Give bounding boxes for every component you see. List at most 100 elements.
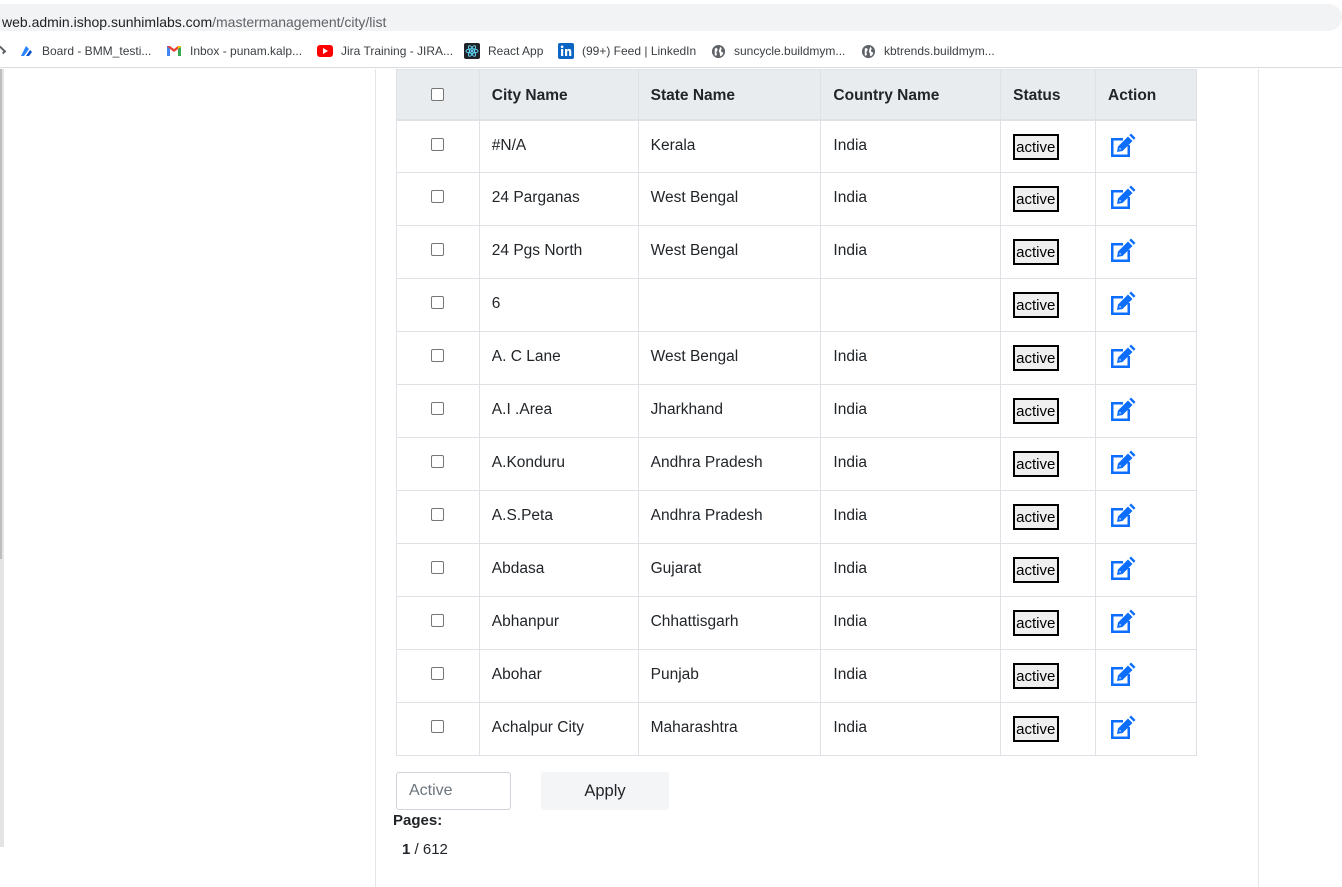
row-checkbox[interactable]	[431, 561, 445, 574]
table-body: #N/A Kerala India active 24 Parganas West Ben…	[396, 119, 1197, 756]
country-name-header[interactable]: Country Name	[820, 69, 1002, 121]
city-name-cell: Achalpur City	[478, 702, 639, 756]
row-checkbox[interactable]	[431, 349, 445, 362]
bookmark-label: (99+) Feed | LinkedIn	[582, 44, 697, 58]
state-name-cell: Gujarat	[637, 543, 822, 597]
city-name-cell: A.I .Area	[478, 384, 639, 438]
row-checkbox[interactable]	[431, 402, 445, 415]
url-field[interactable]: web.admin.ishop.sunhimlabs.com/masterman…	[0, 4, 1342, 31]
edit-icon[interactable]	[1108, 503, 1136, 529]
row-select-cell	[396, 702, 480, 756]
bookmark-label: suncycle.buildmym...	[734, 44, 846, 58]
country-name-cell: India	[820, 649, 1002, 703]
status-badge[interactable]: active	[1013, 292, 1060, 318]
bookmark-board[interactable]: Board - BMM_testi...	[18, 42, 151, 60]
row-select-cell	[396, 278, 480, 332]
city-name-header[interactable]: City Name	[478, 69, 639, 121]
edit-icon[interactable]	[1108, 609, 1136, 635]
status-badge[interactable]: active	[1013, 186, 1060, 212]
status-badge[interactable]: active	[1013, 610, 1060, 636]
youtube-icon	[317, 43, 333, 59]
bookmarks-overflow-icon[interactable]	[0, 45, 7, 55]
row-checkbox[interactable]	[431, 455, 445, 468]
page-scrollbar[interactable]	[0, 69, 2, 559]
country-name-cell: India	[820, 331, 1002, 385]
select-all-checkbox[interactable]	[431, 88, 445, 101]
state-name-cell: Andhra Pradesh	[637, 490, 822, 544]
row-select-cell	[396, 119, 480, 173]
edit-icon[interactable]	[1108, 662, 1136, 688]
action-header: Action	[1095, 69, 1197, 121]
table-row: A.I .Area Jharkhand India active	[396, 384, 1197, 438]
bookmark-suncycle[interactable]: suncycle.buildmym...	[710, 42, 845, 60]
state-name-cell: Maharashtra	[637, 702, 822, 756]
edit-icon[interactable]	[1108, 450, 1136, 476]
state-name-cell: Jharkhand	[637, 384, 822, 438]
table-row: A.Konduru Andhra Pradesh India active	[396, 437, 1197, 491]
content-panel-border-right	[1258, 69, 1259, 887]
action-cell	[1095, 596, 1197, 650]
bulk-status-input[interactable]	[396, 772, 511, 810]
row-select-cell	[396, 331, 480, 385]
bookmark-label: Board - BMM_testi...	[42, 44, 152, 58]
bookmark-jira-training[interactable]: Jira Training - JIRA...	[317, 42, 453, 60]
globe-icon	[860, 43, 876, 59]
status-badge[interactable]: active	[1013, 451, 1060, 477]
action-cell	[1095, 649, 1197, 703]
edit-icon[interactable]	[1108, 344, 1136, 370]
apply-button[interactable]: Apply	[541, 772, 669, 810]
url-text[interactable]: web.admin.ishop.sunhimlabs.com/masterman…	[2, 14, 386, 30]
row-checkbox[interactable]	[431, 243, 445, 256]
row-checkbox[interactable]	[431, 137, 445, 151]
row-checkbox[interactable]	[431, 508, 445, 521]
status-badge[interactable]: active	[1013, 716, 1060, 742]
total-pages[interactable]: 612	[423, 841, 448, 858]
status-cell: active	[1000, 119, 1097, 173]
url-host: web.admin.ishop.sunhimlabs.com	[2, 14, 213, 30]
status-cell: active	[1000, 649, 1097, 703]
table-row: Abdasa Gujarat India active	[396, 543, 1197, 597]
state-name-cell: Kerala	[637, 119, 822, 173]
table-row: 24 Parganas West Bengal India active	[396, 172, 1197, 226]
row-checkbox[interactable]	[431, 614, 445, 627]
status-badge[interactable]: active	[1013, 504, 1060, 530]
edit-icon[interactable]	[1108, 291, 1136, 317]
status-cell: active	[1000, 596, 1097, 650]
status-badge[interactable]: active	[1013, 398, 1060, 424]
status-badge[interactable]: active	[1013, 345, 1060, 371]
city-name-cell: Abdasa	[478, 543, 639, 597]
edit-icon[interactable]	[1108, 238, 1136, 264]
bookmark-linkedin[interactable]: (99+) Feed | LinkedIn	[558, 42, 696, 60]
state-name-cell: Punjab	[637, 649, 822, 703]
city-name-cell: 6	[478, 278, 639, 332]
edit-icon[interactable]	[1108, 556, 1136, 582]
status-badge[interactable]: active	[1013, 133, 1060, 160]
bookmark-kbtrends[interactable]: kbtrends.buildmym...	[860, 42, 995, 60]
city-name-cell: A.Konduru	[478, 437, 639, 491]
row-checkbox[interactable]	[431, 720, 445, 733]
status-badge[interactable]: active	[1013, 663, 1060, 689]
city-table: City Name State Name Country Name Status…	[396, 69, 1197, 756]
status-header[interactable]: Status	[1000, 69, 1097, 121]
gmail-icon	[166, 43, 182, 59]
row-select-cell	[396, 384, 480, 438]
status-badge[interactable]: active	[1013, 557, 1060, 583]
table-row: #N/A Kerala India active	[396, 119, 1197, 173]
edit-icon[interactable]	[1108, 715, 1136, 741]
table-header-row: City Name State Name Country Name Status…	[396, 69, 1197, 121]
state-name-header[interactable]: State Name	[637, 69, 822, 121]
action-cell	[1095, 702, 1197, 756]
table-row: A. C Lane West Bengal India active	[396, 331, 1197, 385]
edit-icon[interactable]	[1108, 185, 1136, 211]
bookmark-react-app[interactable]: React App	[464, 42, 543, 60]
row-checkbox[interactable]	[431, 190, 445, 203]
row-select-cell	[396, 437, 480, 491]
row-checkbox[interactable]	[431, 667, 445, 680]
table-row: 6 active	[396, 278, 1197, 332]
row-checkbox[interactable]	[431, 296, 445, 309]
edit-icon[interactable]	[1108, 397, 1136, 423]
status-badge[interactable]: active	[1013, 239, 1060, 265]
linkedin-icon	[558, 43, 574, 59]
edit-icon[interactable]	[1108, 133, 1136, 159]
bookmark-inbox[interactable]: Inbox - punam.kalp...	[166, 42, 302, 60]
